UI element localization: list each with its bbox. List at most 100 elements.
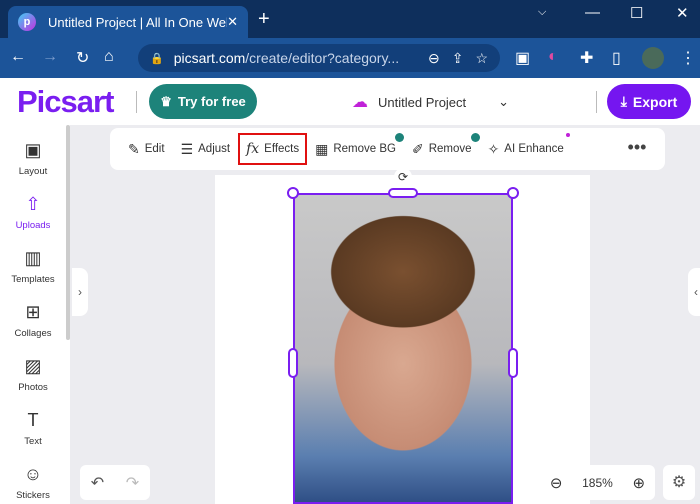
- sidebar-item-templates[interactable]: ▥ Templates: [0, 248, 66, 285]
- home-icon[interactable]: ⌂: [104, 48, 114, 66]
- profile-avatar[interactable]: [642, 47, 664, 69]
- sidebar-label: Photos: [18, 382, 48, 393]
- edit-icon: ✎: [128, 140, 140, 157]
- chevron-down-icon: ⌄: [498, 94, 510, 109]
- layout-icon: ▣: [24, 140, 42, 160]
- premium-crown-badge: [470, 132, 480, 142]
- adjust-tool[interactable]: ☰ Adjust: [175, 135, 237, 164]
- edit-toolbar: ✎ Edit ☰ Adjust fx Effects ▦ Remove BG ✐ Remo…: [110, 128, 665, 170]
- sidebar-item-uploads[interactable]: ⇧ Uploads: [0, 194, 66, 231]
- reload-icon[interactable]: ↻: [76, 48, 89, 68]
- maximize-icon[interactable]: ☐: [630, 4, 643, 22]
- sidebar-label: Stickers: [16, 490, 50, 501]
- photos-icon: ▨: [24, 356, 42, 376]
- effects-tool[interactable]: fx Effects: [238, 133, 308, 165]
- adjust-icon: ☰: [180, 140, 194, 157]
- collages-icon: ⊞: [25, 302, 41, 322]
- extension-screenshot-icon[interactable]: ▣: [515, 48, 530, 68]
- tool-label: Remove: [428, 143, 472, 155]
- sidebar-item-collages[interactable]: ⊞ Collages: [0, 302, 66, 339]
- export-label: Export: [632, 93, 678, 110]
- close-window-icon[interactable]: ✕: [676, 4, 689, 22]
- tab-title: Untitled Project | All In One Web: [48, 14, 228, 30]
- resize-handle-top[interactable]: [388, 188, 418, 198]
- lock-icon: 🔒: [150, 52, 164, 65]
- new-tab-icon[interactable]: +: [258, 8, 270, 31]
- tool-label: Edit: [144, 143, 165, 155]
- divider: [596, 91, 597, 113]
- address-bar[interactable]: 🔒 picsart.com/create/editor?category... …: [138, 44, 500, 72]
- side-panel-icon[interactable]: ▯: [612, 48, 621, 68]
- picsart-logo[interactable]: Picsart: [17, 84, 114, 120]
- crown-icon: ♛: [160, 93, 172, 109]
- browser-tab[interactable]: p Untitled Project | All In One Web ✕: [8, 6, 248, 38]
- sidebar-item-text[interactable]: T Text: [0, 410, 66, 447]
- sidebar-scrollbar[interactable]: [66, 125, 70, 340]
- sidebar-item-photos[interactable]: ▨ Photos: [0, 356, 66, 393]
- try-for-free-button[interactable]: ♛ Try for free: [149, 84, 257, 119]
- project-name: Untitled Project: [378, 94, 467, 110]
- selected-photo-layer[interactable]: [293, 193, 513, 504]
- sidebar-label: Text: [24, 436, 42, 447]
- resize-handle-top-right[interactable]: [507, 187, 519, 199]
- minimize-icon[interactable]: —: [585, 4, 600, 21]
- tool-label: Effects: [264, 143, 300, 155]
- zoom-icon[interactable]: ⊖: [428, 50, 440, 67]
- download-icon: ⤓: [620, 93, 627, 109]
- premium-crown-badge: [395, 132, 404, 142]
- tool-label: AI Enhance: [504, 143, 564, 155]
- tool-label: Adjust: [198, 143, 231, 155]
- tool-label: Remove BG: [333, 143, 396, 155]
- remove-bg-icon: ▦: [315, 140, 329, 157]
- resize-handle-top-left[interactable]: [287, 187, 299, 199]
- tab-search-icon[interactable]: ⌵: [538, 6, 546, 19]
- ai-enhance-tool[interactable]: ✧ AI Enhance: [482, 132, 570, 164]
- ai-enhance-icon: ✧: [487, 140, 500, 157]
- history-controls: ↶ ↷: [80, 465, 150, 500]
- sidebar-item-stickers[interactable]: ☺ Stickers: [0, 464, 66, 501]
- zoom-level[interactable]: 185%: [582, 476, 613, 490]
- extension-audio-icon[interactable]: ◐: [548, 48, 558, 66]
- sidebar-label: Templates: [11, 274, 55, 285]
- zoom-controls: ⊖ 185% ⊕: [540, 465, 655, 500]
- export-button[interactable]: ⤓ Export: [607, 84, 691, 119]
- upload-icon: ⇧: [25, 194, 41, 214]
- sidebar-label: Collages: [14, 328, 52, 339]
- redo-icon[interactable]: ↷: [126, 473, 139, 493]
- text-icon: T: [27, 410, 39, 430]
- sidebar-label: Uploads: [15, 220, 51, 231]
- menu-kebab-icon[interactable]: ⋮: [680, 48, 696, 68]
- forward-icon[interactable]: →: [42, 48, 58, 66]
- settings-gear-icon[interactable]: ⚙: [663, 465, 695, 500]
- sidebar-item-layout[interactable]: ▣ Layout: [0, 140, 66, 177]
- close-tab-icon[interactable]: ✕: [227, 14, 238, 30]
- expand-panel-button[interactable]: ›: [72, 268, 88, 316]
- eraser-icon: ✐: [412, 140, 424, 157]
- edit-tool[interactable]: ✎ Edit: [122, 135, 171, 164]
- zoom-in-icon[interactable]: ⊕: [633, 474, 646, 492]
- rotate-handle-icon[interactable]: ⟳: [394, 168, 412, 186]
- undo-icon[interactable]: ↶: [91, 473, 104, 493]
- remove-tool[interactable]: ✐ Remove: [406, 132, 480, 164]
- remove-bg-tool[interactable]: ▦ Remove BG: [309, 132, 404, 164]
- effects-fx-icon: fx: [246, 141, 260, 157]
- more-options-button[interactable]: •••: [610, 128, 664, 170]
- back-icon[interactable]: ←: [10, 48, 26, 66]
- divider: [136, 91, 137, 113]
- zoom-out-icon[interactable]: ⊖: [550, 474, 563, 492]
- project-name-dropdown[interactable]: ☁ Untitled Project ⌄: [352, 92, 509, 112]
- cloud-saved-icon: ☁: [352, 94, 368, 111]
- new-dot: [565, 132, 570, 137]
- share-icon[interactable]: ⇪: [452, 50, 464, 67]
- url-path: /create/editor?category...: [245, 50, 400, 66]
- url-host: picsart.com: [173, 50, 246, 66]
- sidebar-label: Layout: [18, 166, 48, 177]
- bookmark-star-icon[interactable]: ☆: [475, 50, 488, 67]
- templates-icon: ▥: [24, 248, 42, 268]
- extensions-puzzle-icon[interactable]: ✚: [580, 48, 593, 68]
- try-label: Try for free: [177, 94, 246, 109]
- stickers-icon: ☺: [23, 464, 43, 484]
- resize-handle-right[interactable]: [508, 348, 518, 378]
- expand-right-panel-button[interactable]: ‹: [688, 268, 700, 316]
- resize-handle-left[interactable]: [288, 348, 298, 378]
